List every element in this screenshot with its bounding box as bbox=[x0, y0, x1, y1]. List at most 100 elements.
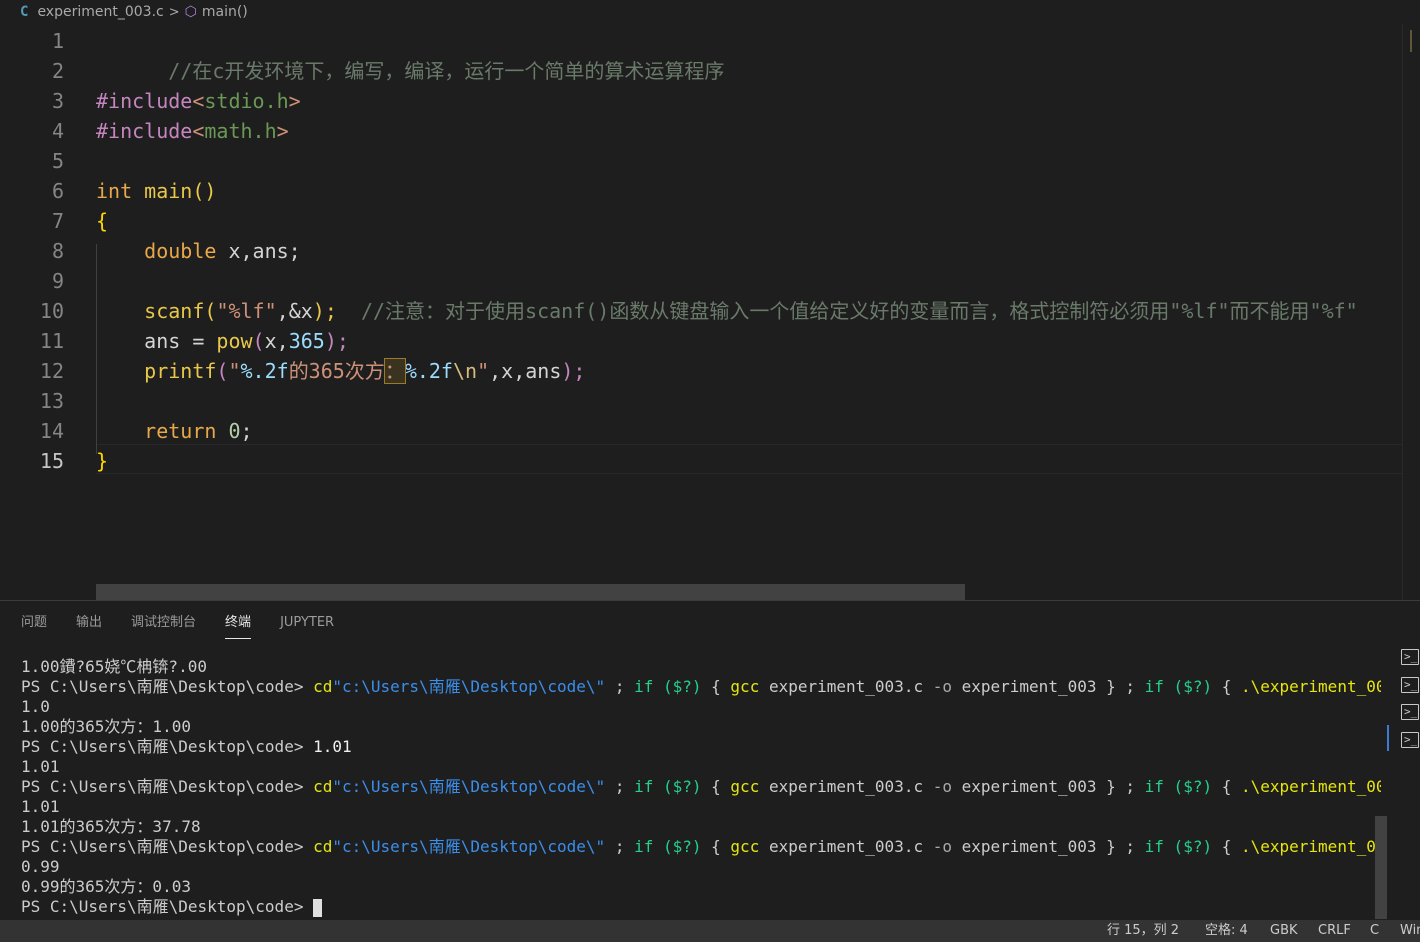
assignment: ans = bbox=[144, 329, 217, 353]
command-option: -o bbox=[932, 677, 952, 696]
command-args: experiment_003 bbox=[951, 837, 1107, 856]
terminal-prompt: PS C:\Users\南雁\Desktop\code> bbox=[21, 737, 314, 756]
horizontal-scrollbar[interactable] bbox=[96, 584, 965, 600]
line-number-gutter: 1 2 3 4 5 6 7 8 9 10 11 12 13 14 15 bbox=[0, 24, 90, 600]
keyword: return bbox=[144, 419, 217, 443]
code-text-area[interactable]: //在c开发环境下，编写，编译，运行一个简单的算术运算程序 #include<s… bbox=[96, 24, 1406, 600]
condition: ($?) bbox=[1163, 777, 1222, 796]
include-directive: #include bbox=[96, 89, 193, 113]
code-editor[interactable]: 1 2 3 4 5 6 7 8 9 10 11 12 13 14 15 //在c… bbox=[0, 24, 1420, 600]
active-terminal-indicator bbox=[1387, 725, 1389, 751]
terminal-prompt: PS C:\Users\南雁\Desktop\code> bbox=[21, 677, 314, 696]
tab-output[interactable]: 输出 bbox=[76, 601, 102, 645]
terminal-icon[interactable]: >_ bbox=[1401, 649, 1419, 665]
keyword: if bbox=[1144, 837, 1164, 856]
terminal-prompt: PS C:\Users\南雁\Desktop\code> bbox=[21, 837, 314, 856]
comment: //在c开发环境下，编写，编译，运行一个简单的算术运算程序 bbox=[168, 59, 725, 83]
platform[interactable]: Win bbox=[1400, 920, 1420, 942]
tab-problems[interactable]: 问题 bbox=[21, 601, 47, 645]
command: cd bbox=[313, 777, 333, 796]
line-number: 2 bbox=[51, 59, 64, 83]
language-mode[interactable]: C bbox=[1370, 920, 1379, 942]
terminal-text: 1.01 bbox=[21, 757, 60, 776]
line-ending[interactable]: CRLF bbox=[1318, 920, 1351, 942]
terminal-line: 1.00鐨?65娆℃柟锛?.00 bbox=[21, 657, 207, 677]
angle-bracket: > bbox=[276, 119, 289, 143]
breadcrumb-file[interactable]: experiment_003.c bbox=[37, 4, 163, 20]
brace: { bbox=[1221, 777, 1241, 796]
code-line-12: printf("%.2f的365次方：%.2f\n",x,ans); bbox=[96, 356, 585, 386]
paren: ( bbox=[204, 299, 217, 323]
paren: ( bbox=[216, 359, 229, 383]
command: .\experiment_003 bbox=[1240, 777, 1381, 796]
string-text: 的365次方 bbox=[288, 359, 385, 383]
terminal-line: 0.99的365次方：0.03 bbox=[21, 877, 191, 897]
bottom-panel: 问题 输出 调试控制台 终端 JUPYTER 1.00鐨?65娆℃柟锛?.00 P… bbox=[0, 600, 1420, 920]
keyword: double bbox=[144, 239, 217, 263]
line-number: 14 bbox=[39, 419, 64, 443]
tab-debug-console[interactable]: 调试控制台 bbox=[131, 601, 196, 645]
code-line-4: #include<math.h> bbox=[96, 116, 289, 146]
brace: { bbox=[1221, 837, 1241, 856]
code-line-11: ans = pow(x,365); bbox=[96, 326, 349, 356]
brace: { bbox=[711, 837, 731, 856]
minimap[interactable] bbox=[1410, 30, 1420, 52]
code-line-6: int main() bbox=[96, 176, 216, 206]
terminal-line: 1.00的365次方：1.00 bbox=[21, 717, 191, 737]
cube-icon: ⬡ bbox=[184, 4, 197, 20]
brace: { bbox=[711, 777, 731, 796]
terminal-icon[interactable]: >_ bbox=[1401, 677, 1419, 693]
separator: ; bbox=[605, 837, 635, 856]
number-literal: 365 bbox=[288, 329, 325, 353]
breadcrumb-symbol[interactable]: main() bbox=[202, 4, 248, 20]
terminal-text: 1.01的365次方：37.78 bbox=[21, 817, 201, 836]
code-line-14: return 0; bbox=[96, 416, 252, 446]
command: gcc bbox=[730, 677, 760, 696]
angle-bracket: < bbox=[192, 89, 205, 113]
separator: ; bbox=[1115, 837, 1145, 856]
terminal-prompt: PS C:\Users\南雁\Desktop\code> bbox=[21, 777, 314, 796]
line-number: 8 bbox=[51, 239, 64, 263]
cursor-position[interactable]: 行 15，列 2 bbox=[1107, 920, 1179, 942]
line-number: 11 bbox=[39, 329, 64, 353]
condition: ($?) bbox=[1163, 837, 1222, 856]
c-file-icon: C bbox=[20, 4, 29, 20]
line-number: 13 bbox=[39, 389, 64, 413]
terminal-text: 1.0 bbox=[21, 697, 50, 716]
line-number: 4 bbox=[51, 119, 64, 143]
arguments: ,&x bbox=[276, 299, 313, 323]
argument: x, bbox=[264, 329, 289, 353]
separator: ; bbox=[1115, 777, 1145, 796]
line-number-active: 15 bbox=[39, 449, 64, 473]
separator: ; bbox=[605, 677, 635, 696]
code-line-15: } bbox=[96, 446, 108, 476]
terminal-line: PS C:\Users\南雁\Desktop\code> bbox=[21, 897, 323, 917]
command-string: "c:\Users\南雁\Desktop\code\" bbox=[332, 777, 606, 796]
tab-terminal[interactable]: 终端 bbox=[225, 601, 252, 645]
command: cd bbox=[313, 677, 333, 696]
string-quote: " bbox=[228, 359, 241, 383]
code-line-7: { bbox=[96, 206, 108, 236]
terminal-line: 0.99 bbox=[21, 857, 60, 877]
command: cd bbox=[313, 837, 333, 856]
line-number: 6 bbox=[51, 179, 64, 203]
terminal-scrollbar[interactable] bbox=[1375, 816, 1387, 919]
terminal-icon[interactable]: >_ bbox=[1401, 704, 1419, 720]
terminal-line: 1.0 bbox=[21, 697, 50, 717]
line-number: 12 bbox=[39, 359, 64, 383]
terminal-output[interactable]: 1.00鐨?65娆℃柟锛?.00 PS C:\Users\南雁\Desktop\c… bbox=[21, 657, 1381, 921]
arguments: ,x,ans bbox=[489, 359, 562, 383]
terminal-icon[interactable]: >_ bbox=[1401, 732, 1419, 748]
terminal-line: 1.01的365次方：37.78 bbox=[21, 817, 201, 837]
paren: ); bbox=[312, 299, 337, 323]
command: gcc bbox=[730, 837, 760, 856]
terminal-line: 1.01 bbox=[21, 797, 60, 817]
command-option: -o bbox=[932, 837, 952, 856]
command-args: experiment_003 bbox=[951, 777, 1107, 796]
command-args: experiment_003.c bbox=[759, 837, 933, 856]
code-line-3: #include<stdio.h> bbox=[96, 86, 301, 116]
encoding[interactable]: GBK bbox=[1270, 920, 1298, 942]
terminal-text: 1.00的365次方：1.00 bbox=[21, 717, 191, 736]
tab-jupyter[interactable]: JUPYTER bbox=[280, 601, 334, 645]
indentation[interactable]: 空格: 4 bbox=[1205, 920, 1248, 942]
